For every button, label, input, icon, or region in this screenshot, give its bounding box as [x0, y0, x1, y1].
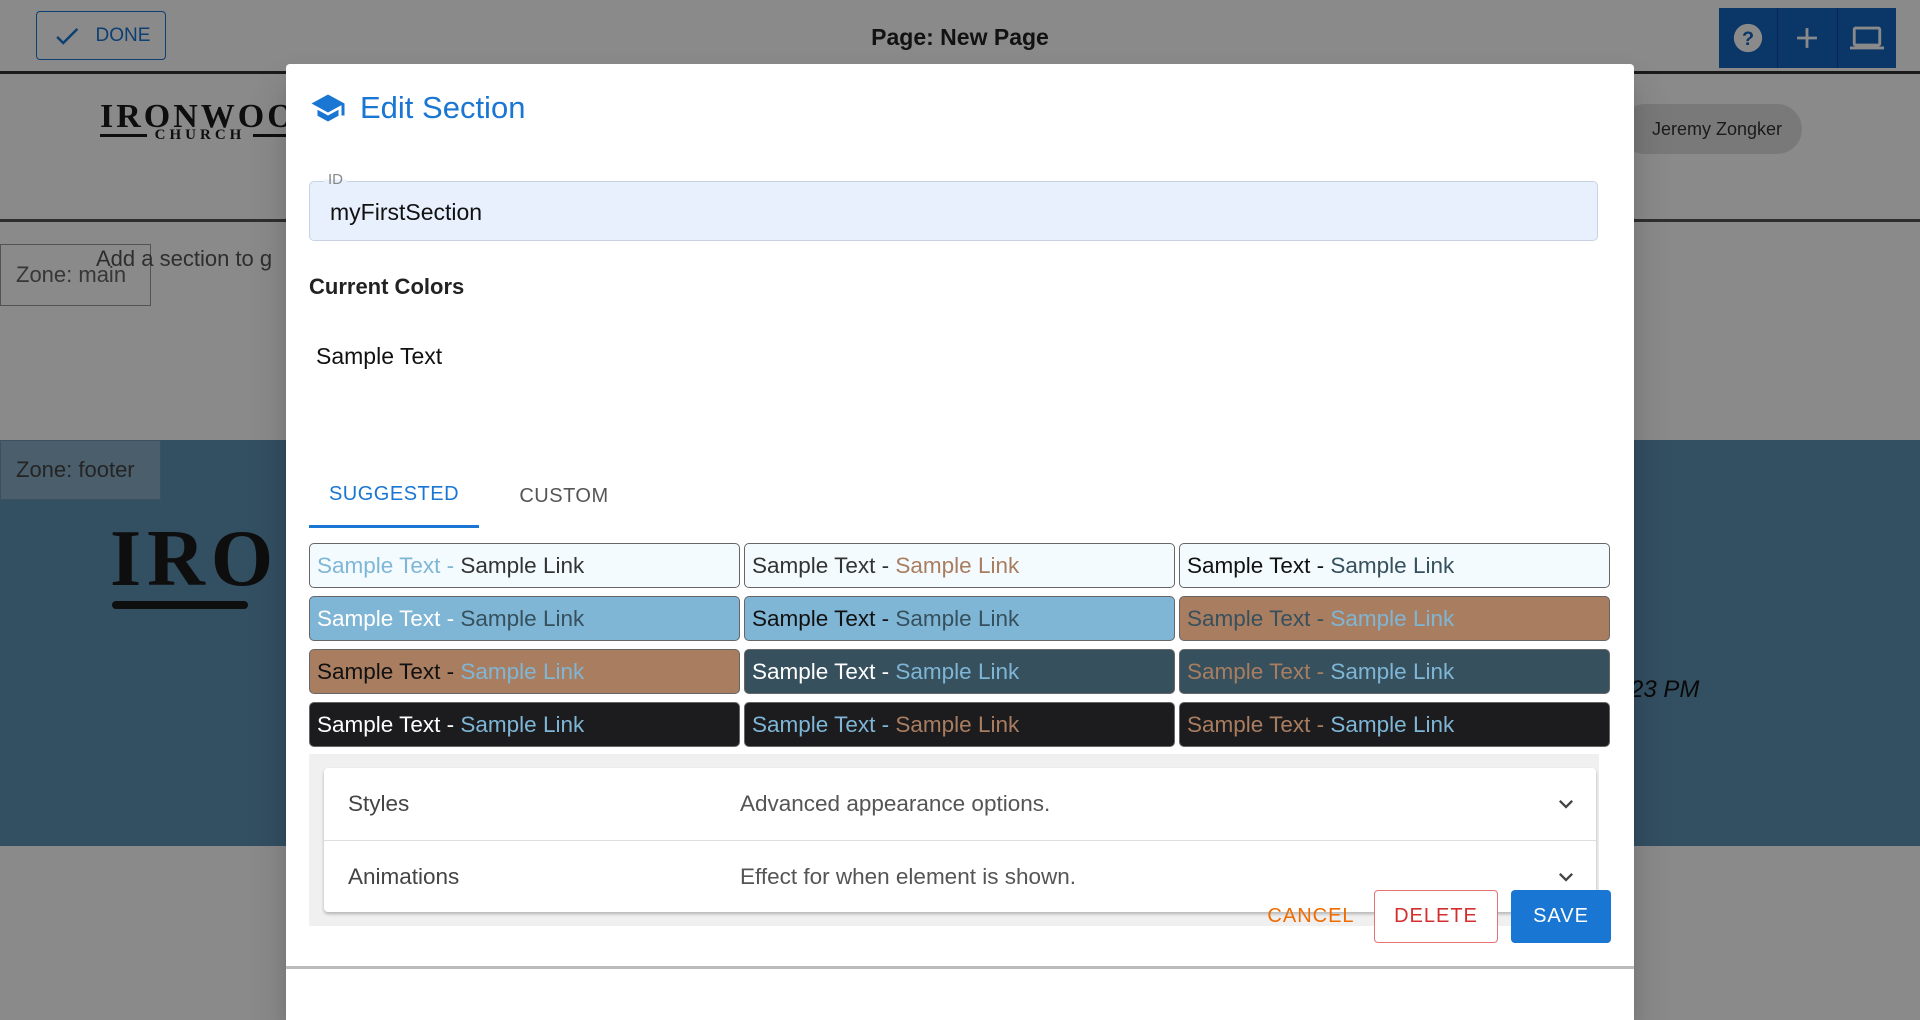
- swatch-sample-text: Sample Text: [317, 658, 441, 684]
- swatch-sample-link: Sample Link: [460, 711, 585, 737]
- swatch-sample-text: Sample Text: [317, 552, 441, 578]
- current-colors-preview: Sample Text: [316, 343, 443, 369]
- swatch-sample-text: Sample Text: [1187, 605, 1311, 631]
- swatch-sample-link: Sample Link: [895, 552, 1020, 578]
- swatch-separator: -: [1310, 658, 1331, 684]
- swatch-sample-link: Sample Link: [1330, 658, 1455, 684]
- color-swatch[interactable]: Sample Text - Sample Link: [309, 702, 740, 747]
- swatch-sample-link: Sample Link: [1330, 605, 1455, 631]
- chevron-down-icon: [1559, 800, 1573, 809]
- swatch-separator: -: [875, 658, 896, 684]
- accordion-styles[interactable]: Styles Advanced appearance options.: [324, 768, 1596, 840]
- swatch-sample-link: Sample Link: [895, 711, 1020, 737]
- swatch-separator: -: [440, 552, 461, 578]
- accordion-animations-description: Effect for when element is shown.: [740, 863, 1077, 889]
- graduation-cap-icon: [311, 94, 345, 122]
- swatch-sample-link: Sample Link: [895, 605, 1020, 631]
- swatch-separator: -: [1310, 605, 1331, 631]
- tab-suggested[interactable]: SUGGESTED: [309, 464, 479, 528]
- color-swatch[interactable]: Sample Text - Sample Link: [1179, 649, 1610, 694]
- save-button[interactable]: SAVE: [1511, 890, 1611, 943]
- delete-button[interactable]: DELETE: [1374, 890, 1498, 943]
- color-swatch[interactable]: Sample Text - Sample Link: [309, 543, 740, 588]
- accordion-styles-title: Styles: [348, 791, 410, 816]
- swatch-sample-link: Sample Link: [460, 658, 585, 684]
- swatch-separator: -: [440, 711, 461, 737]
- chevron-down-icon: [1559, 872, 1573, 882]
- color-swatch[interactable]: Sample Text - Sample Link: [309, 649, 740, 694]
- color-swatch[interactable]: Sample Text - Sample Link: [309, 596, 740, 641]
- color-swatch[interactable]: Sample Text - Sample Link: [1179, 702, 1610, 747]
- swatch-separator: -: [1310, 711, 1331, 737]
- swatch-sample-link: Sample Link: [460, 605, 585, 631]
- swatch-separator: -: [875, 605, 896, 631]
- color-swatch-grid: Sample Text - Sample Link Sample Text - S…: [309, 543, 1610, 747]
- swatch-sample-text: Sample Text: [752, 711, 876, 737]
- cancel-button[interactable]: CANCEL: [1256, 890, 1366, 943]
- swatch-sample-text: Sample Text: [1187, 711, 1311, 737]
- swatch-separator: -: [875, 552, 896, 578]
- swatch-sample-text: Sample Text: [752, 552, 876, 578]
- dialog-divider: [286, 966, 1634, 969]
- accordion-styles-description: Advanced appearance options.: [740, 791, 1051, 816]
- current-colors-heading: Current Colors: [309, 274, 465, 299]
- tab-custom[interactable]: CUSTOM: [479, 464, 649, 528]
- swatch-sample-text: Sample Text: [1187, 658, 1311, 684]
- color-swatch[interactable]: Sample Text - Sample Link: [744, 702, 1175, 747]
- accordion-animations-title: Animations: [348, 863, 460, 889]
- id-value: myFirstSection: [330, 199, 483, 225]
- swatch-separator: -: [1310, 552, 1331, 578]
- swatch-sample-link: Sample Link: [460, 552, 585, 578]
- color-swatch[interactable]: Sample Text - Sample Link: [744, 543, 1175, 588]
- swatch-sample-link: Sample Link: [895, 658, 1020, 684]
- swatch-sample-text: Sample Text: [752, 605, 876, 631]
- dialog-title: Edit Section: [310, 90, 525, 126]
- swatch-separator: -: [440, 658, 461, 684]
- id-label: ID: [324, 171, 347, 188]
- dialog-title-text: Edit Section: [360, 90, 526, 125]
- color-swatch[interactable]: Sample Text - Sample Link: [1179, 596, 1610, 641]
- swatch-separator: -: [875, 711, 896, 737]
- swatch-sample-text: Sample Text: [1187, 552, 1311, 578]
- color-swatch[interactable]: Sample Text - Sample Link: [744, 649, 1175, 694]
- color-tabs: SUGGESTED CUSTOM: [309, 464, 649, 528]
- id-field[interactable]: ID myFirstSection: [309, 171, 1598, 241]
- swatch-sample-text: Sample Text: [752, 658, 876, 684]
- swatch-sample-link: Sample Link: [1330, 552, 1455, 578]
- swatch-sample-text: Sample Text: [317, 711, 441, 737]
- color-swatch[interactable]: Sample Text - Sample Link: [744, 596, 1175, 641]
- swatch-sample-text: Sample Text: [317, 605, 441, 631]
- edit-section-dialog: Edit Section ID myFirstSection Current C…: [286, 64, 1634, 1020]
- color-swatch[interactable]: Sample Text - Sample Link: [1179, 543, 1610, 588]
- swatch-sample-link: Sample Link: [1330, 711, 1455, 737]
- swatch-separator: -: [440, 605, 461, 631]
